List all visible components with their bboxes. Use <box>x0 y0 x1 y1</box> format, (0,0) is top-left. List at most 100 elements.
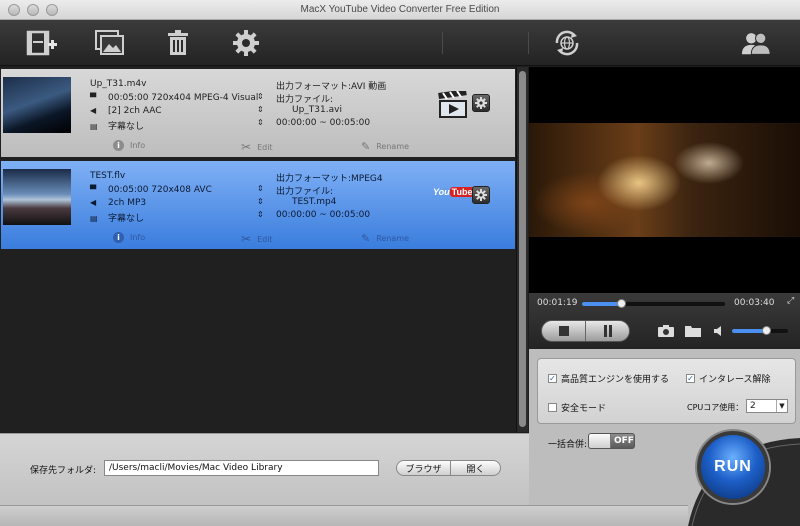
video-thumbnail <box>3 77 71 133</box>
output-format: 出力フォーマット:MPEG4 <box>276 174 383 184</box>
title-bar: MacX YouTube Video Converter Free Editio… <box>0 0 800 20</box>
seek-progress <box>582 302 621 306</box>
rename-button[interactable]: ✎ Rename <box>361 140 409 153</box>
pause-button[interactable] <box>585 321 629 341</box>
audio-info: 2ch MP3 <box>108 198 147 208</box>
volume-icon <box>712 323 726 339</box>
safe-mode-checkbox[interactable]: 安全モード <box>548 401 606 414</box>
merge-label: 一括合併: <box>548 440 588 450</box>
options-panel <box>537 358 796 424</box>
total-time: 00:03:40 <box>734 298 775 308</box>
output-file-name[interactable]: TEST.mp4 <box>292 197 336 207</box>
file-list: Up_T31.m4v ▀ 00:05:00 720x404 MPEG-4 Visu… <box>0 67 528 432</box>
add-photo-button[interactable] <box>94 28 126 58</box>
rename-button[interactable]: ✎ Rename <box>361 232 409 245</box>
output-format: 出力フォーマット:AVI 動画 <box>276 82 387 92</box>
settings-button[interactable] <box>230 28 262 58</box>
chevron-down-icon: ▼ <box>776 400 787 412</box>
cpu-core-select[interactable]: 2 ▼ <box>746 399 788 413</box>
photo-icon <box>95 30 124 55</box>
scissors-icon: ✂ <box>241 232 252 246</box>
speaker-icon: ◀ <box>90 106 97 115</box>
volume-handle[interactable] <box>761 326 771 335</box>
video-thumbnail <box>3 169 71 225</box>
seek-handle[interactable] <box>616 299 626 308</box>
checkmark-icon: ✓ <box>548 374 557 383</box>
subtitle-icon: ▤ <box>90 214 98 223</box>
output-file-name[interactable]: Up_T31.avi <box>292 105 342 115</box>
time-range: 00:00:00 ~ 00:05:00 <box>276 118 371 128</box>
window-title: MacX YouTube Video Converter Free Editio… <box>300 4 500 15</box>
video-frame <box>529 123 800 237</box>
output-file-label: 出力ファイル: <box>276 187 334 197</box>
audio-info: [2] 2ch AAC <box>108 106 162 116</box>
stop-icon <box>558 326 569 336</box>
fullscreen-icon[interactable]: ⤢ <box>787 296 794 306</box>
audio-track-stepper[interactable]: ⇕ <box>257 197 264 206</box>
file-name: Up_T31.m4v <box>90 79 147 89</box>
film-icon: ▀ <box>90 93 97 102</box>
trash-icon <box>168 30 188 55</box>
camera-icon <box>658 325 674 337</box>
save-folder-input[interactable] <box>104 460 379 476</box>
deinterlace-checkbox[interactable]: ✓ インタレース解除 <box>686 372 771 385</box>
subtitle-track-stepper[interactable]: ⇕ <box>257 210 264 219</box>
info-button[interactable]: i Info <box>113 232 145 243</box>
video-info: 00:05:00 720x408 AVC <box>108 185 212 195</box>
seek-slider[interactable] <box>582 299 725 308</box>
time-range: 00:00:00 ~ 00:05:00 <box>276 210 371 220</box>
gear-icon <box>233 30 259 56</box>
toolbar-separator <box>528 32 529 54</box>
edit-button[interactable]: ✂ Edit <box>241 232 273 246</box>
edit-button[interactable]: ✂ Edit <box>241 140 273 154</box>
video-info: 00:05:00 720x404 MPEG-4 Visual <box>108 93 259 103</box>
current-time: 00:01:19 <box>537 298 578 308</box>
stop-button[interactable] <box>542 321 585 341</box>
status-bar <box>0 505 688 526</box>
clapperboard-icon[interactable] <box>437 89 469 119</box>
speaker-icon: ◀ <box>90 198 97 207</box>
film-icon: ▀ <box>90 185 97 194</box>
toolbar <box>0 20 800 66</box>
row-settings-button[interactable] <box>472 186 490 204</box>
pause-icon <box>603 325 612 337</box>
video-track-stepper[interactable]: ⇕ <box>257 92 264 101</box>
scissors-icon: ✂ <box>241 140 252 154</box>
edit-pencil-icon: ✎ <box>361 232 371 245</box>
file-list-scrollbar[interactable] <box>516 67 528 432</box>
merge-toggle[interactable]: OFF <box>588 433 635 449</box>
info-button[interactable]: i Info <box>113 140 145 151</box>
volume-slider[interactable] <box>732 326 788 335</box>
update-button[interactable] <box>551 28 583 58</box>
users-button[interactable] <box>740 28 772 58</box>
file-row[interactable]: Up_T31.m4v ▀ 00:05:00 720x404 MPEG-4 Visu… <box>1 69 515 157</box>
browse-button[interactable]: ブラウザ <box>396 460 451 476</box>
info-icon: i <box>113 140 124 151</box>
video-preview <box>529 67 800 293</box>
scrollbar-thumb[interactable] <box>519 71 526 427</box>
open-folder-button[interactable] <box>684 323 702 339</box>
run-button[interactable]: RUN <box>697 431 769 503</box>
globe-refresh-icon <box>555 30 579 56</box>
subtitle-track-stepper[interactable]: ⇕ <box>257 118 264 127</box>
checkmark-icon: ✓ <box>686 374 695 383</box>
gear-icon <box>475 97 487 109</box>
output-file-label: 出力ファイル: <box>276 95 334 105</box>
subtitle-info: 字幕なし <box>108 122 145 132</box>
hq-engine-checkbox[interactable]: ✓ 高品質エンジンを使用する <box>548 372 669 385</box>
row-settings-button[interactable] <box>472 94 490 112</box>
add-video-icon <box>26 30 57 56</box>
add-video-button[interactable] <box>26 28 58 58</box>
video-track-stepper[interactable]: ⇕ <box>257 184 264 193</box>
snapshot-button[interactable] <box>657 323 675 339</box>
open-button[interactable]: 開く <box>450 460 501 476</box>
folder-icon <box>685 326 701 337</box>
row-actions: i Info ✂ Edit ✎ Rename <box>1 227 515 249</box>
toolbar-separator <box>442 32 443 54</box>
file-row-selected[interactable]: TEST.flv ▀ 00:05:00 720x408 AVC ◀ 2ch MP3 … <box>1 161 515 249</box>
audio-track-stepper[interactable]: ⇕ <box>257 105 264 114</box>
edit-pencil-icon: ✎ <box>361 140 371 153</box>
delete-button[interactable] <box>162 28 194 58</box>
file-name: TEST.flv <box>90 171 126 181</box>
youtube-icon[interactable]: You Tube <box>433 187 475 203</box>
